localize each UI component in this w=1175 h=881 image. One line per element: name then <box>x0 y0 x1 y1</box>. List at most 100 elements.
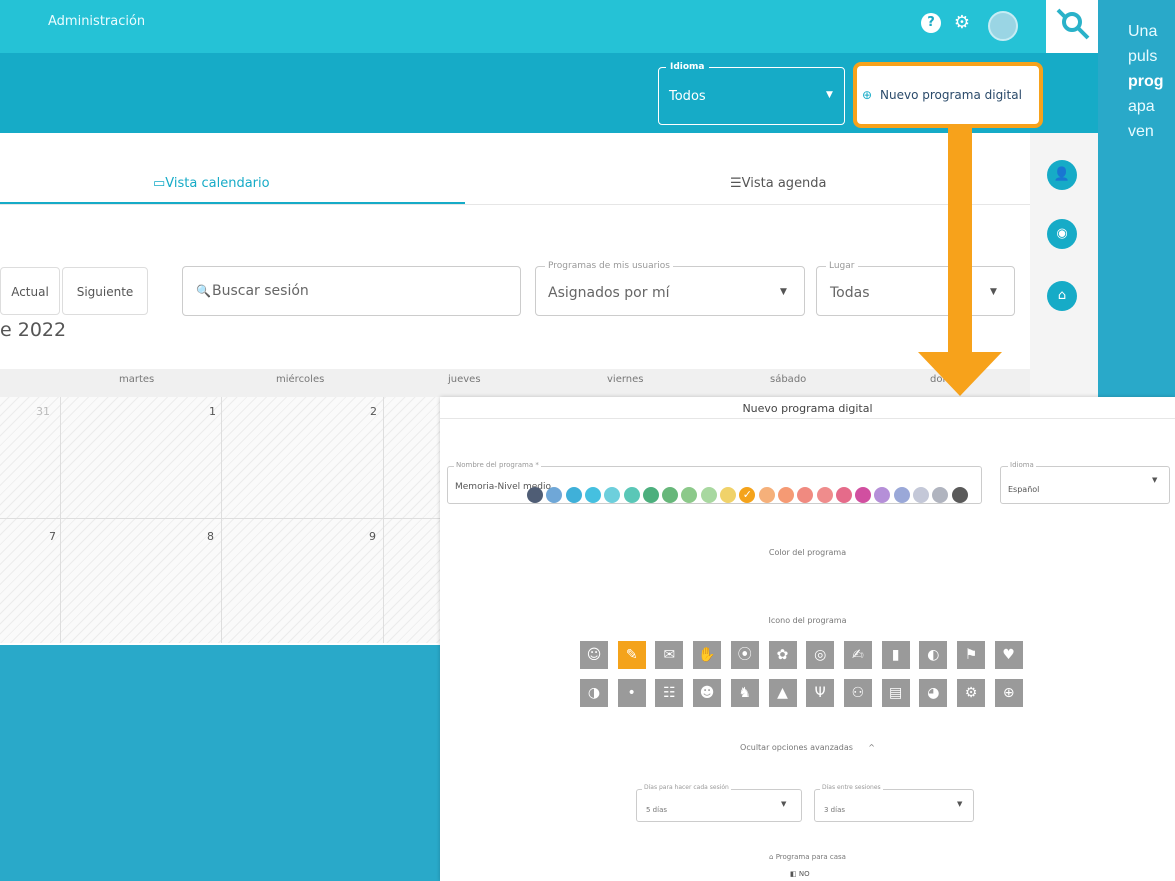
divider <box>440 418 1175 419</box>
chevron-down-icon: ▼ <box>826 90 833 100</box>
color-swatch[interactable] <box>584 487 601 503</box>
chevron-down-icon: ▼ <box>957 800 963 808</box>
color-swatch[interactable] <box>720 487 736 503</box>
weekday-label: martes <box>119 374 155 385</box>
handshake-icon[interactable]: ☷ <box>655 679 684 707</box>
person-icon[interactable]: ☺ <box>580 641 608 669</box>
lugar-label: Lugar <box>826 261 858 271</box>
color-swatch[interactable] <box>816 487 833 503</box>
entre-value: 3 días <box>824 806 846 814</box>
chevron-down-icon: ▼ <box>781 800 787 808</box>
color-swatch[interactable] <box>623 487 640 503</box>
color-swatch[interactable] <box>758 487 775 503</box>
eye-icon[interactable]: ◎ <box>806 641 835 669</box>
instruction-caption: Una puls prog apa ven <box>1128 23 1164 140</box>
search-icon: 🔍 <box>196 284 211 298</box>
grid-line <box>383 397 384 643</box>
fork-icon[interactable]: Ψ <box>806 679 835 707</box>
modal-title: Nuevo programa digital <box>742 402 873 415</box>
avatar[interactable] <box>988 11 1018 41</box>
tab-agenda[interactable]: ☰Vista agenda <box>730 176 827 191</box>
calendar-grid <box>0 397 440 643</box>
programas-label: Programas de mis usuarios <box>545 261 673 271</box>
home-icon[interactable]: ⌂ <box>1047 281 1077 311</box>
podium-icon[interactable]: ▲ <box>768 679 797 707</box>
active-tab-indicator <box>0 202 465 204</box>
orange-arrow <box>948 126 972 352</box>
color-swatch[interactable] <box>662 487 679 503</box>
dias-value: 5 días <box>646 806 668 814</box>
head-icon[interactable]: ☻ <box>693 679 722 707</box>
weekday-label: sábado <box>770 374 807 385</box>
brand-logo <box>1046 0 1098 53</box>
advanced-toggle[interactable]: Ocultar opciones avanzadas ^ <box>440 743 1175 752</box>
idioma-label: Idioma <box>666 62 709 72</box>
color-swatch[interactable] <box>951 487 968 503</box>
color-swatch[interactable] <box>777 487 794 503</box>
month-title: e 2022 <box>0 319 67 341</box>
color-swatch[interactable] <box>913 487 929 503</box>
weekday-label: viernes <box>607 374 644 385</box>
brain-icon[interactable]: ⦿ <box>730 641 759 669</box>
modal-idioma-label: Idioma <box>1008 461 1036 469</box>
home-program-label: ⌂ Programa para casa <box>769 853 846 861</box>
grid-line <box>0 518 440 519</box>
eye-icon[interactable]: ◉ <box>1047 219 1077 249</box>
brain-gear-icon[interactable]: ✿ <box>768 641 797 669</box>
user-icon[interactable]: 👤 <box>1047 160 1077 190</box>
color-swatch[interactable] <box>565 487 582 503</box>
chart-icon[interactable]: ▮ <box>881 641 910 669</box>
sign-icon[interactable]: ⚑ <box>957 641 985 669</box>
settings-icon[interactable]: ⚙ <box>952 13 972 33</box>
toggle-icon: ◧ <box>790 870 799 878</box>
color-swatch[interactable] <box>855 487 872 503</box>
program-name-label: Nombre del programa * <box>454 461 541 469</box>
day-number[interactable]: 8 <box>207 530 214 543</box>
lugar-value: Todas <box>830 285 870 301</box>
modal-idioma-value: Español <box>1008 485 1040 494</box>
grid-line <box>60 397 61 643</box>
target-icon[interactable]: ⊕ <box>994 679 1023 707</box>
calendar-icon: ▭ <box>153 176 166 191</box>
walk-icon[interactable]: ♞ <box>730 679 759 707</box>
clipboard-icon[interactable]: ▤ <box>881 679 910 707</box>
day-number[interactable]: 31 <box>36 405 50 418</box>
help-icon[interactable]: ? <box>921 13 941 33</box>
ear-alt-icon[interactable]: ◑ <box>580 679 608 707</box>
color-swatch[interactable] <box>893 487 910 503</box>
hand-icon[interactable]: ✋ <box>693 641 722 669</box>
chevron-up-icon: ^ <box>855 743 875 752</box>
list-icon: ☰ <box>730 176 742 191</box>
day-number[interactable]: 2 <box>370 405 377 418</box>
color-swatch[interactable] <box>642 487 659 503</box>
head-gear-icon[interactable]: ⚙ <box>957 679 985 707</box>
day-number[interactable]: 7 <box>49 530 56 543</box>
heart-icon[interactable]: ♥ <box>994 641 1023 669</box>
speech-icon[interactable]: ◕ <box>919 679 948 707</box>
app-title: Administración <box>48 14 146 29</box>
day-number[interactable]: 1 <box>209 405 216 418</box>
people-icon[interactable]: ⚇ <box>843 679 872 707</box>
entre-label: Días entre sesiones <box>820 784 883 791</box>
chevron-down-icon: ▼ <box>1152 476 1158 484</box>
color-swatch[interactable] <box>700 487 717 503</box>
grid-line <box>221 397 222 643</box>
idea-icon[interactable]: ✎ <box>617 641 646 669</box>
bubble-icon[interactable]: • <box>617 679 646 707</box>
dias-label: Días para hacer cada sesión <box>642 784 731 791</box>
new-program-label: Nuevo programa digital <box>880 88 1022 102</box>
arm-icon[interactable]: ✍ <box>843 641 872 669</box>
ear-icon[interactable]: ◐ <box>919 641 948 669</box>
programas-value: Asignados por mí <box>548 285 670 301</box>
home-program-toggle[interactable]: ◧ NO <box>790 870 810 878</box>
chat-icon[interactable]: ✉ <box>655 641 684 669</box>
color-swatch[interactable] <box>527 487 543 503</box>
weekday-header <box>0 369 1030 397</box>
actual-button[interactable]: Actual <box>0 267 60 315</box>
tab-calendar[interactable]: ▭Vista calendario <box>153 176 270 191</box>
color-swatch[interactable] <box>835 487 852 503</box>
weekday-label: miércoles <box>276 374 325 385</box>
day-number[interactable]: 9 <box>369 530 376 543</box>
next-button[interactable]: Siguiente <box>62 267 148 315</box>
add-circle-icon: ⊕ <box>862 88 873 102</box>
